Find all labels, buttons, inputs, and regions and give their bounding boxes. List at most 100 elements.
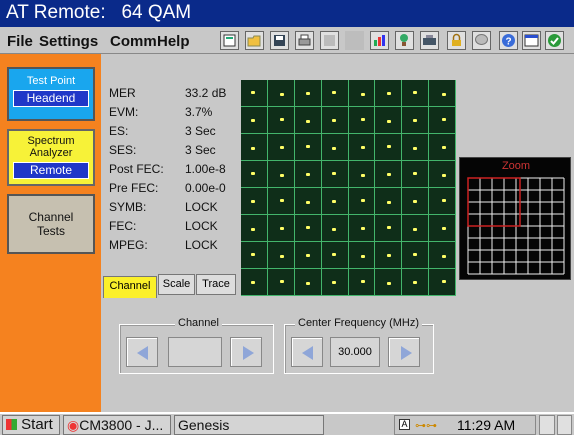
measurement-value: LOCK	[185, 238, 218, 252]
channel-up-button[interactable]	[230, 337, 262, 367]
constellation-point	[251, 90, 256, 94]
test-point-button[interactable]: Test Point Headend	[7, 67, 95, 121]
measurement-value: 1.00e-8	[185, 162, 226, 176]
constellation-cell	[267, 134, 295, 161]
constellation-cell	[429, 161, 456, 188]
measurement-row: ES: 3 Sec	[109, 124, 239, 141]
constellation-cell	[294, 242, 322, 269]
tab-trace[interactable]: Trace	[196, 274, 236, 295]
tab-strip: Channel Scale Trace	[103, 274, 237, 298]
constellation-point	[306, 225, 311, 229]
constellation-cell	[321, 134, 349, 161]
menu-comm[interactable]: Comm	[110, 33, 157, 50]
system-tray: A ⊶⊶ 11:29 AM	[394, 415, 536, 435]
constellation-cell	[348, 188, 376, 215]
constellation-cell	[267, 161, 295, 188]
constellation-cell	[241, 161, 268, 188]
channel-down-button[interactable]	[126, 337, 158, 367]
constellation-cell	[402, 80, 430, 107]
test-point-value: Headend	[13, 90, 89, 107]
spectrum-analyzer-button[interactable]: Spectrum Analyzer Remote	[7, 129, 95, 186]
channel-tests-button[interactable]: Channel Tests	[7, 194, 95, 254]
device-icon[interactable]	[420, 31, 439, 50]
zoom-panel[interactable]: Zoom	[459, 157, 571, 280]
constellation-point	[280, 145, 285, 149]
check-icon[interactable]	[545, 31, 564, 50]
save-icon[interactable]	[270, 31, 289, 50]
constellation-cell	[348, 134, 376, 161]
constellation-point	[360, 173, 365, 177]
channel-group: Channel	[119, 317, 274, 374]
windows-logo-icon	[6, 419, 17, 430]
constellation-point	[251, 227, 256, 231]
constellation-point	[306, 172, 311, 176]
constellation-point	[386, 172, 391, 176]
lock-icon[interactable]	[447, 31, 466, 50]
constellation-cell	[429, 215, 456, 242]
constellation-cell	[375, 107, 403, 134]
center-frequency-value[interactable]: 30.000	[330, 337, 380, 367]
channel-value[interactable]	[168, 337, 222, 367]
measurement-label: FEC:	[109, 219, 137, 233]
constellation-cell	[321, 242, 349, 269]
frequency-down-button[interactable]	[291, 337, 323, 367]
constellation-point	[386, 200, 391, 204]
blank-icon[interactable]	[320, 31, 339, 50]
constellation-point	[280, 226, 285, 230]
open-folder-icon[interactable]	[245, 31, 264, 50]
constellation-point	[386, 281, 391, 285]
constellation-point	[251, 252, 256, 256]
calculator-icon[interactable]	[220, 31, 239, 50]
desktop-icon[interactable]	[539, 415, 555, 435]
arrow-right-icon	[243, 346, 254, 360]
constellation-point	[306, 91, 311, 95]
print-icon[interactable]	[295, 31, 314, 50]
constellation-cell	[429, 269, 456, 296]
measurement-row: Post FEC: 1.00e-8	[109, 162, 239, 179]
constellation-point	[412, 227, 417, 231]
window-icon[interactable]	[522, 31, 541, 50]
frequency-up-button[interactable]	[388, 337, 420, 367]
constellation-cell	[375, 188, 403, 215]
constellation-cell	[241, 269, 268, 296]
measurement-value: 33.2 dB	[185, 86, 227, 100]
window-title: AT Remote: 64 QAM	[0, 0, 574, 27]
constellation-point	[332, 171, 337, 175]
spectrum-analyzer-label: Spectrum Analyzer	[27, 135, 75, 159]
start-button[interactable]: Start	[2, 415, 60, 435]
menu-file[interactable]: File	[7, 33, 33, 50]
center-frequency-legend: Center Frequency (MHz)	[295, 317, 423, 329]
menu-help[interactable]: Help	[157, 33, 190, 50]
constellation-point	[412, 146, 417, 150]
constellation-point	[332, 252, 337, 256]
constellation-cell	[294, 80, 322, 107]
test-point-label: Test Point	[26, 75, 76, 87]
taskbar-item-cm3800[interactable]: ◉CM3800 - J...	[63, 415, 171, 435]
comment-icon[interactable]	[472, 31, 491, 50]
measurement-label: MER	[109, 86, 136, 100]
measurement-row: SYMB: LOCK	[109, 200, 239, 217]
constellation-cell	[241, 134, 268, 161]
tab-scale[interactable]: Scale	[158, 274, 195, 295]
constellation-cell	[375, 215, 403, 242]
constellation-cell	[241, 107, 268, 134]
chart-icon[interactable]	[370, 31, 389, 50]
constellation-cell	[241, 242, 268, 269]
measurement-value: 0.00e-0	[185, 181, 226, 195]
constellation-cell	[294, 215, 322, 242]
channel-tests-label: Channel Tests	[28, 210, 74, 238]
tree-icon[interactable]	[395, 31, 414, 50]
constellation-point	[306, 200, 311, 204]
quick-launch-icon[interactable]	[557, 415, 572, 435]
constellation-point	[441, 173, 446, 177]
constellation-point	[441, 198, 446, 202]
constellation-point	[386, 225, 391, 229]
constellation-point	[332, 90, 337, 94]
constellation-cell	[429, 134, 456, 161]
constellation-point	[280, 117, 285, 121]
taskbar-item-genesis[interactable]: Genesis	[174, 415, 324, 435]
menu-settings[interactable]: Settings	[39, 33, 98, 50]
constellation-cell	[267, 242, 295, 269]
help-icon[interactable]: ?	[499, 31, 518, 50]
constellation-cell	[321, 161, 349, 188]
